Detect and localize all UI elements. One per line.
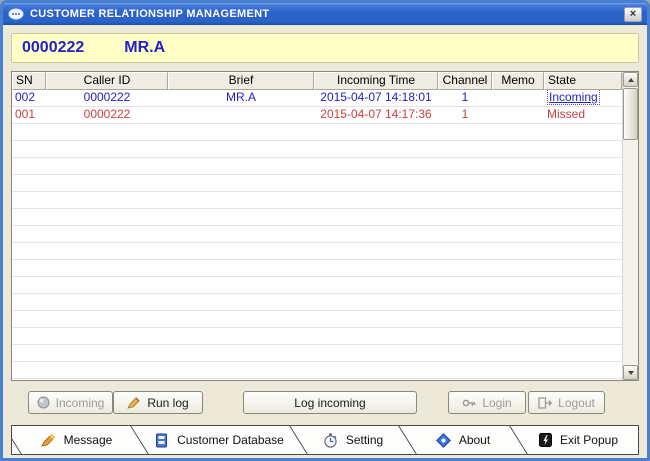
cell-sn: 001 [12, 107, 46, 123]
table-row[interactable]: 0020000222MR.A2015-04-07 14:18:011 Incomi… [12, 90, 622, 107]
login-button[interactable]: Login [448, 391, 526, 414]
column-header-channel[interactable]: Channel [438, 72, 492, 90]
cell-memo [492, 107, 544, 123]
table-row-empty [12, 209, 622, 226]
cell-brief: MR.A [168, 90, 314, 106]
tab-message-label: Message [64, 433, 113, 447]
incoming-button[interactable]: Incoming [28, 391, 113, 414]
table-row-empty [12, 124, 622, 141]
table-row-empty [12, 226, 622, 243]
tab-message[interactable]: Message [13, 426, 139, 454]
incoming-phone-icon [37, 396, 50, 409]
cell-caller-id: 0000222 [46, 107, 168, 123]
logout-door-icon [538, 397, 552, 409]
login-button-label: Login [482, 396, 511, 410]
cell-channel: 1 [438, 90, 492, 106]
column-header-sn[interactable]: SN [12, 72, 46, 90]
cell-channel: 1 [438, 107, 492, 123]
table-row-empty [12, 277, 622, 294]
window-title: CUSTOMER RELATIONSHIP MANAGEMENT [30, 8, 618, 20]
table-body: 0020000222MR.A2015-04-07 14:18:011 Incomi… [12, 90, 622, 380]
action-buttons-row: Incoming Run log Log incoming Login Logo… [3, 391, 647, 415]
column-header-state[interactable]: State [544, 72, 622, 90]
column-header-incoming-time[interactable]: Incoming Time [314, 72, 438, 90]
scroll-up-icon [628, 78, 634, 82]
incoming-button-label: Incoming [56, 396, 105, 410]
scroll-down-button[interactable] [623, 365, 638, 380]
table-header: SNCaller IDBriefIncoming TimeChannelMemo… [12, 72, 622, 90]
exit-icon [539, 433, 552, 447]
cell-state: Incoming [544, 90, 622, 106]
scroll-up-button[interactable] [623, 72, 638, 87]
banner-caller-id: 0000222 [22, 39, 84, 57]
table-row-empty [12, 243, 622, 260]
banner-caller-name: MR.A [124, 39, 165, 57]
log-incoming-button[interactable]: Log incoming [243, 391, 417, 414]
table-row-empty [12, 175, 622, 192]
selected-state-value: Incoming [547, 90, 600, 105]
vertical-scrollbar[interactable] [622, 72, 638, 380]
tab-about[interactable]: About [408, 426, 518, 454]
stopwatch-icon [323, 433, 338, 448]
close-button[interactable]: × [624, 7, 642, 22]
cell-memo [492, 90, 544, 106]
bottom-tab-bar: Message Customer Database Setting About [11, 425, 639, 455]
tab-about-label: About [459, 433, 490, 447]
caller-banner: 0000222 MR.A [11, 33, 639, 63]
table-row[interactable]: 0010000222 2015-04-07 14:17:361 Missed [12, 107, 622, 124]
info-diamond-icon [436, 433, 451, 448]
column-header-brief[interactable]: Brief [168, 72, 314, 90]
table-row-empty [12, 260, 622, 277]
column-header-caller-id[interactable]: Caller ID [46, 72, 168, 90]
tab-setting-label: Setting [346, 433, 383, 447]
customer-database-icon [154, 433, 169, 448]
table-row-empty [12, 311, 622, 328]
table-row-empty [12, 328, 622, 345]
log-incoming-button-label: Log incoming [294, 396, 365, 410]
app-speech-bubble-icon [8, 8, 24, 20]
cell-state: Missed [544, 107, 622, 123]
run-log-button[interactable]: Run log [113, 391, 203, 414]
cell-sn: 002 [12, 90, 46, 106]
scrollbar-thumb[interactable] [623, 88, 638, 140]
table-row-empty [12, 141, 622, 158]
logout-button[interactable]: Logout [528, 391, 605, 414]
call-log-table: SNCaller IDBriefIncoming TimeChannelMemo… [11, 71, 639, 381]
pencil-icon [127, 396, 141, 409]
message-pencil-icon [40, 433, 56, 448]
titlebar: CUSTOMER RELATIONSHIP MANAGEMENT × [3, 3, 647, 25]
tab-exit-popup-label: Exit Popup [560, 433, 618, 447]
cell-incoming-time: 2015-04-07 14:18:01 [314, 90, 438, 106]
key-icon [462, 397, 476, 409]
cell-caller-id: 0000222 [46, 90, 168, 106]
run-log-button-label: Run log [147, 396, 188, 410]
cell-brief [168, 107, 314, 123]
logout-button-label: Logout [558, 396, 595, 410]
cell-incoming-time: 2015-04-07 14:17:36 [314, 107, 438, 123]
crm-window: CUSTOMER RELATIONSHIP MANAGEMENT × 00002… [0, 0, 650, 461]
tab-exit-popup[interactable]: Exit Popup [519, 426, 638, 454]
table-row-empty [12, 294, 622, 311]
tab-setting[interactable]: Setting [299, 426, 407, 454]
table-row-empty [12, 362, 622, 379]
column-header-memo[interactable]: Memo [492, 72, 544, 90]
table-row-empty [12, 158, 622, 175]
tab-customer-database-label: Customer Database [177, 433, 284, 447]
table-row-empty [12, 192, 622, 209]
table-row-empty [12, 345, 622, 362]
scrollbar-track[interactable] [623, 140, 638, 365]
scroll-down-icon [628, 371, 634, 375]
tab-customer-database[interactable]: Customer Database [140, 426, 298, 454]
